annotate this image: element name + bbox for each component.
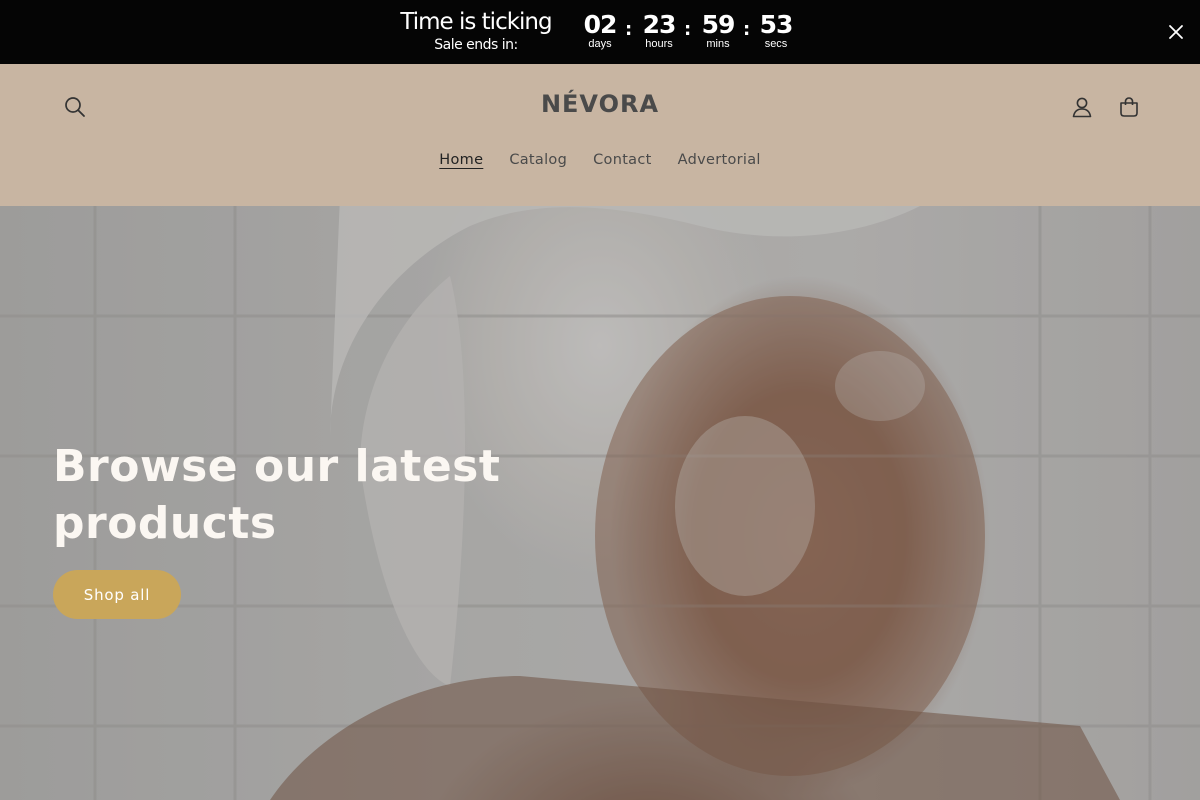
nav-item-contact[interactable]: Contact [580, 152, 665, 168]
countdown-hours: 23 hours [637, 10, 681, 50]
countdown-title: Time is ticking [400, 9, 552, 35]
site-header: NÉVORA Home Catalog Contact Advertorial [0, 64, 1200, 206]
countdown-separator: : [743, 19, 751, 40]
nav-item-home[interactable]: Home [426, 152, 496, 168]
countdown-separator: : [684, 19, 692, 40]
countdown-days-value: 02 [583, 10, 618, 39]
main-nav: Home Catalog Contact Advertorial [0, 152, 1200, 168]
countdown-mins: 59 mins [696, 10, 740, 50]
countdown-subtitle: Sale ends in: [434, 37, 518, 53]
countdown-bar: Time is ticking Sale ends in: 02 days : … [0, 0, 1200, 64]
hero-banner: Browse our latest products Shop all [0, 206, 1200, 800]
cart-icon[interactable] [1107, 85, 1151, 129]
nav-item-advertorial[interactable]: Advertorial [665, 152, 774, 168]
countdown-days: 02 days [578, 10, 622, 50]
account-icon[interactable] [1060, 85, 1104, 129]
countdown-separator: : [625, 19, 633, 40]
hero-title: Browse our latest products [53, 441, 501, 549]
countdown-heading: Time is ticking Sale ends in: [390, 8, 562, 54]
shop-all-button[interactable]: Shop all [53, 570, 181, 619]
countdown-secs-value: 53 [759, 10, 794, 39]
close-icon[interactable] [1166, 22, 1186, 42]
countdown-secs: 53 secs [754, 10, 798, 50]
site-logo[interactable]: NÉVORA [0, 90, 1200, 118]
countdown-hours-value: 23 [642, 10, 677, 39]
countdown-mins-value: 59 [701, 10, 736, 39]
nav-item-catalog[interactable]: Catalog [496, 152, 580, 168]
